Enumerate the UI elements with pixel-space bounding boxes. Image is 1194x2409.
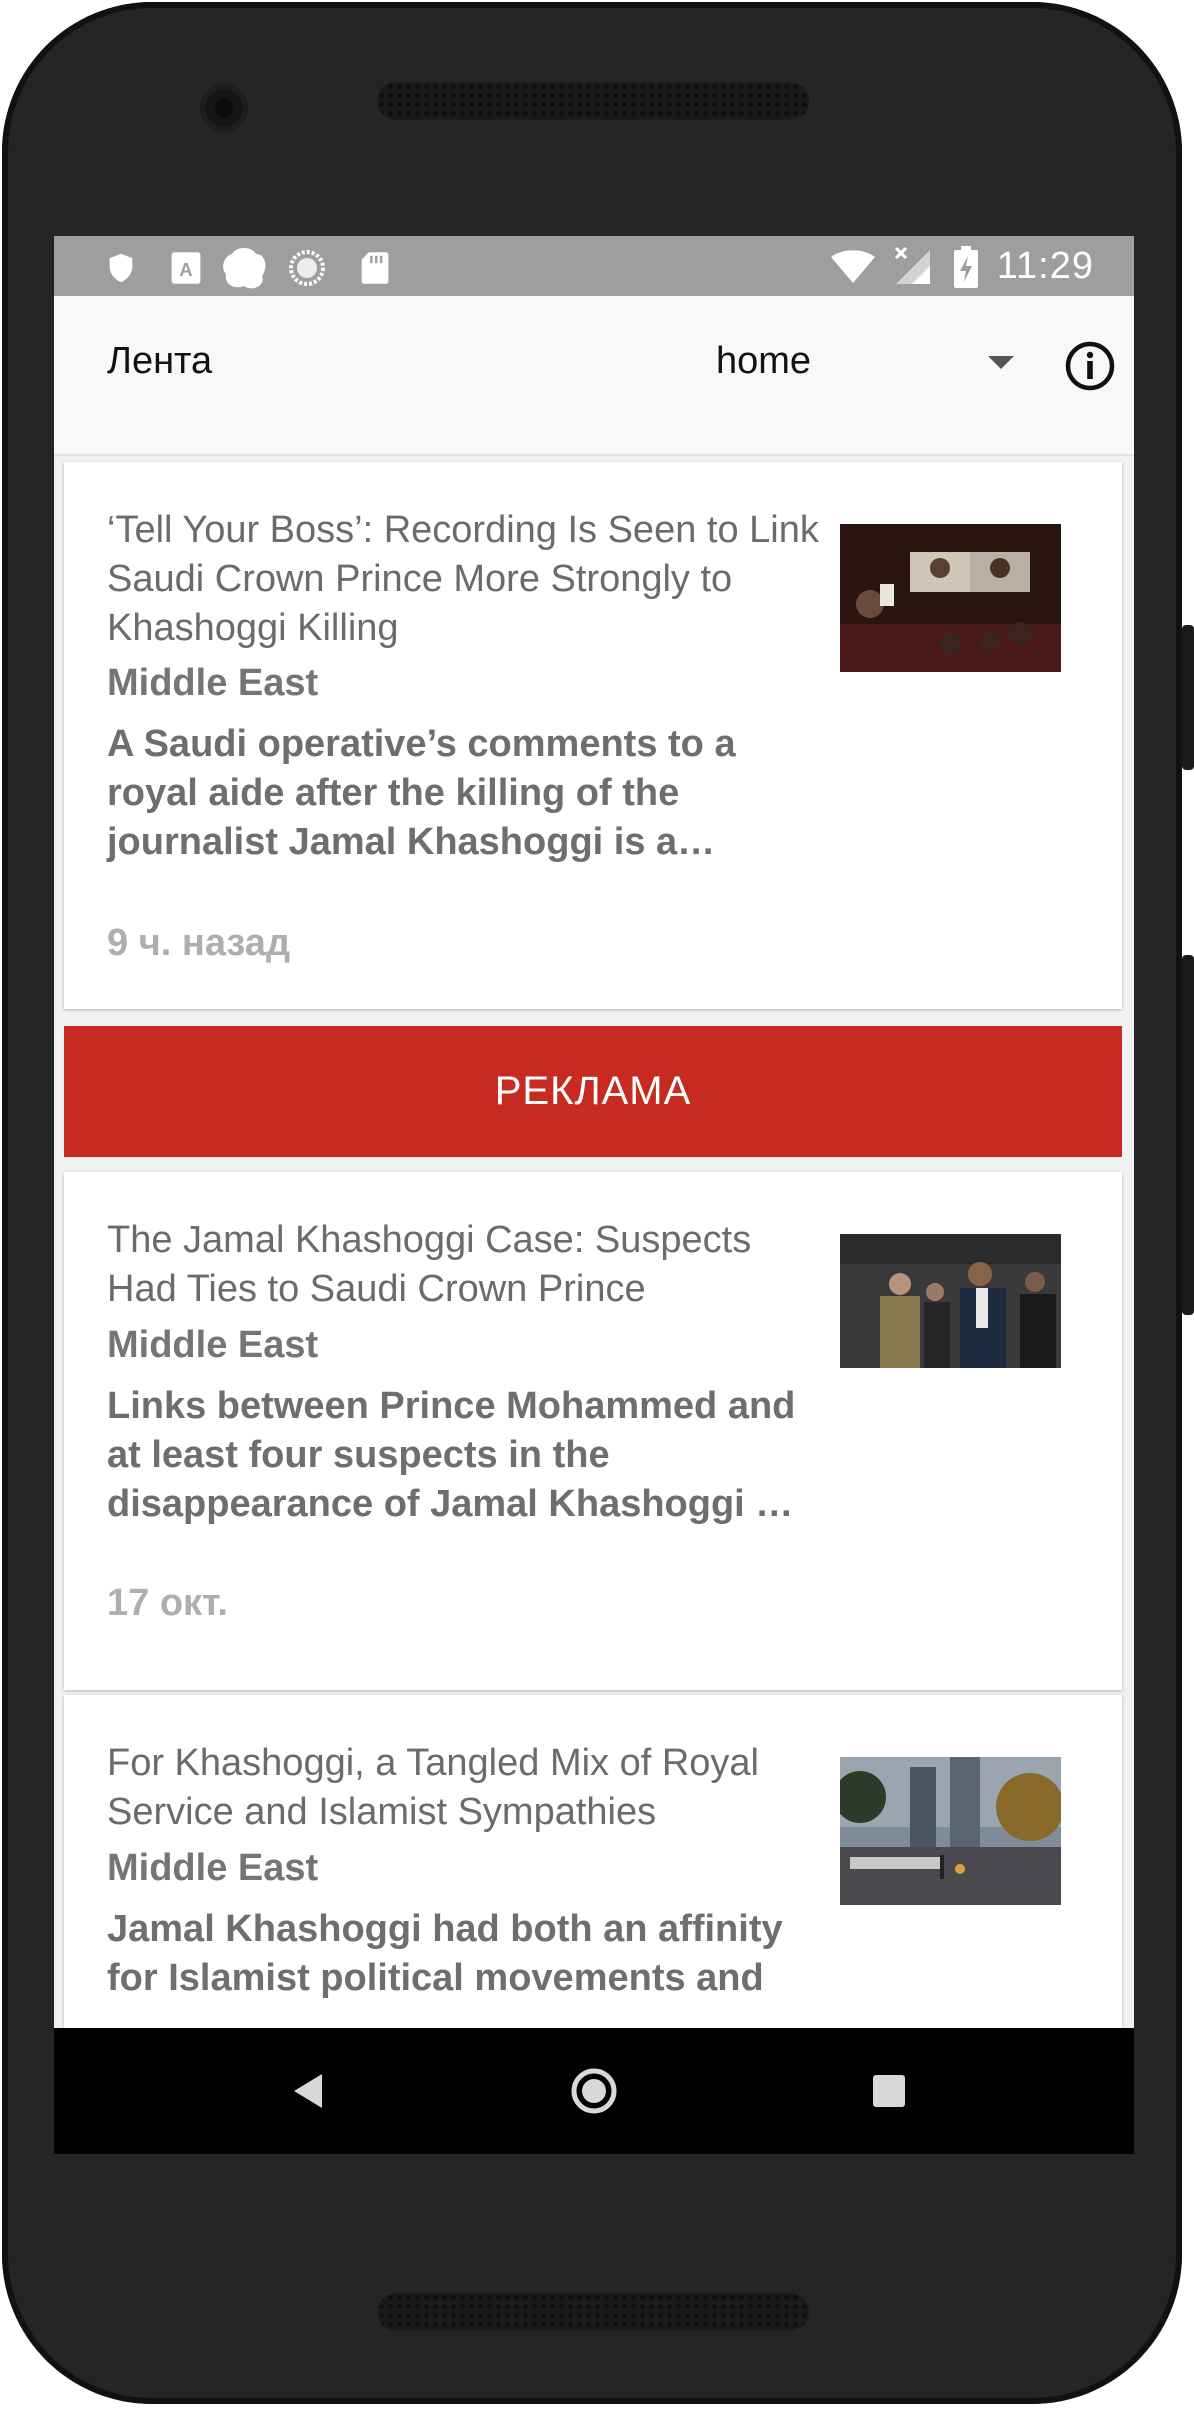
app-title: Лента bbox=[107, 340, 213, 382]
article-summary: Jamal Khashoggi had both an affinity for… bbox=[107, 1908, 783, 1999]
font-a-icon: A bbox=[171, 252, 201, 284]
article-section: Middle East bbox=[107, 1847, 319, 1889]
article-section: Middle East bbox=[107, 662, 319, 704]
cloud-icon bbox=[223, 248, 266, 289]
article-thumbnail bbox=[840, 524, 1061, 672]
article-summary: Links between Prince Mohammed and at lea… bbox=[107, 1385, 796, 1525]
info-icon[interactable] bbox=[1064, 340, 1116, 392]
volume-button bbox=[1182, 955, 1194, 1315]
bottom-speaker bbox=[377, 2293, 809, 2331]
feed-dropdown[interactable]: home bbox=[716, 336, 1076, 396]
top-speaker bbox=[377, 82, 809, 120]
navigation-bar bbox=[54, 2028, 1134, 2154]
cell-signal-off-icon bbox=[894, 246, 930, 284]
recents-icon[interactable] bbox=[854, 2056, 924, 2126]
article-card[interactable]: The Jamal Khashoggi Case: Suspects Had T… bbox=[64, 1172, 1122, 1690]
article-headline: ‘Tell Your Boss’: Recording Is Seen to L… bbox=[107, 509, 819, 649]
article-section: Middle East bbox=[107, 1324, 319, 1366]
wifi-icon bbox=[831, 250, 875, 283]
article-headline: For Khashoggi, a Tangled Mix of Royal Se… bbox=[107, 1742, 759, 1833]
front-camera bbox=[200, 84, 248, 132]
svg-text:A: A bbox=[179, 259, 192, 280]
article-card[interactable]: ‘Tell Your Boss’: Recording Is Seen to L… bbox=[64, 462, 1122, 1009]
article-thumbnail bbox=[840, 1757, 1061, 1905]
news-feed: ‘Tell Your Boss’: Recording Is Seen to L… bbox=[54, 454, 1134, 2038]
sync-icon bbox=[289, 250, 325, 286]
shield-icon bbox=[109, 253, 133, 283]
article-summary: A Saudi operative’s comments to a royal … bbox=[107, 723, 736, 863]
app-bar: Лента home bbox=[54, 296, 1134, 456]
screen: A 11:29 Лента home ‘Tell Your Boss’: Rec… bbox=[54, 236, 1134, 2154]
article-card[interactable]: For Khashoggi, a Tangled Mix of Royal Se… bbox=[64, 1695, 1122, 2038]
chevron-down-icon bbox=[988, 356, 1014, 369]
article-thumbnail bbox=[840, 1234, 1061, 1368]
article-time: 9 ч. назад bbox=[107, 922, 291, 964]
home-icon[interactable] bbox=[559, 2056, 629, 2126]
ad-banner[interactable]: РЕКЛАМА bbox=[64, 1026, 1122, 1157]
article-time: 17 окт. bbox=[107, 1582, 228, 1624]
phone-frame: A 11:29 Лента home ‘Tell Your Boss’: Rec… bbox=[2, 2, 1182, 2404]
battery-charging-icon bbox=[954, 246, 978, 288]
article-headline: The Jamal Khashoggi Case: Suspects Had T… bbox=[107, 1219, 752, 1310]
sd-card-icon bbox=[361, 252, 389, 284]
status-bar: A 11:29 bbox=[54, 236, 1134, 296]
back-icon[interactable] bbox=[272, 2056, 342, 2126]
status-time: 11:29 bbox=[996, 245, 1094, 287]
power-button bbox=[1182, 625, 1194, 770]
feed-dropdown-value: home bbox=[716, 340, 812, 382]
